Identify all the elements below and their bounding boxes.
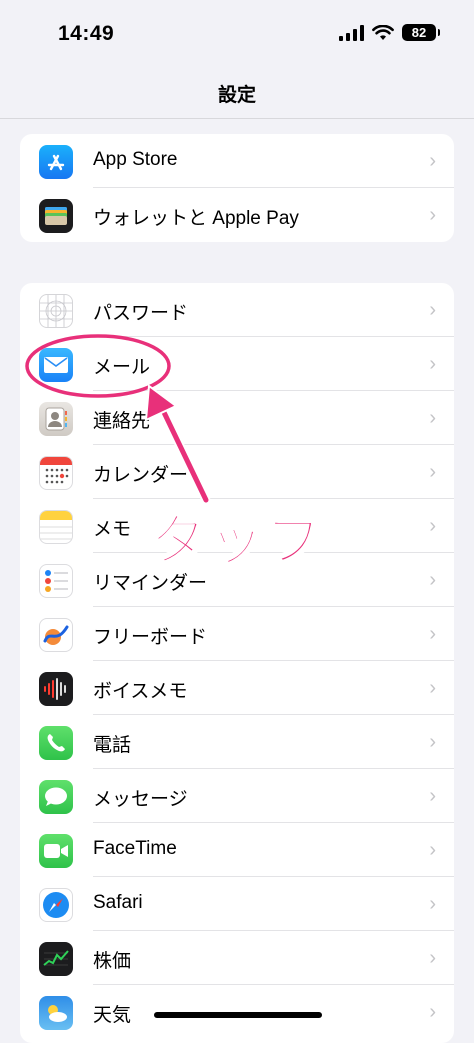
highlight-ellipse — [25, 334, 171, 398]
tap-annotation-label: タップ — [149, 508, 324, 573]
home-indicator[interactable] — [154, 1012, 322, 1018]
